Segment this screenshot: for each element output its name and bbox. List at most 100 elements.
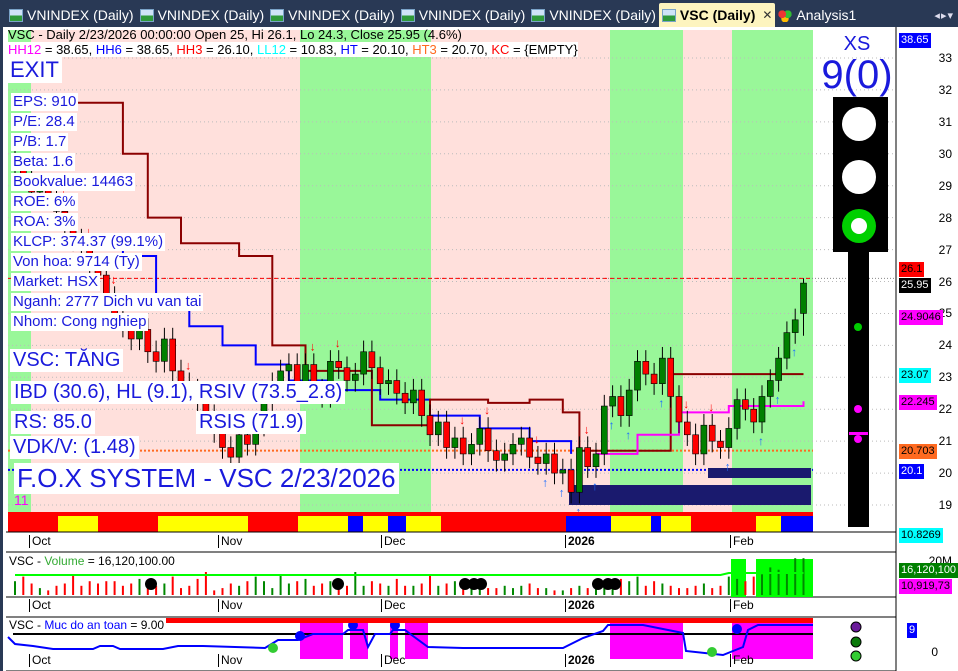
tab-label: VNINDEX (Daily) [288,7,395,23]
sell-arrow: ↓ [484,403,490,417]
close-tab-icon[interactable]: ✕ [762,8,772,22]
header-line2: HH12 = 38.65, HH6 = 38.65, HH3 = 26.10, … [8,42,578,57]
buy-arrow: ↑ [592,479,598,493]
green-zone [732,30,813,512]
price-tag: 23.07 [899,368,931,383]
month-label: Feb [730,535,754,548]
candle [244,434,251,445]
buy-arrow: ↑ [559,485,565,499]
candle [766,380,774,397]
volume-name: Volume [44,554,85,568]
signal-column [848,252,869,527]
sell-arrow: ↓ [459,413,465,427]
candle [343,367,351,381]
tab-label: VNINDEX (Daily) [549,7,656,23]
ll12-label: LL12 [257,42,286,57]
xs-label: XS [843,33,871,55]
candle [700,424,708,455]
vdk-label: VDK/V: (1.48) [10,436,139,459]
signal-dot [854,323,862,331]
support-zone [569,485,811,505]
candle [144,329,152,353]
buy-arrow: ↑ [609,418,615,432]
month-label: Nov [218,535,242,548]
candle [584,447,592,468]
trend-label: VSC: TĂNG [10,349,124,372]
candle [509,444,517,455]
safety-zone [610,622,683,659]
fundamental-item: Bookvalue: 14463 [11,173,136,191]
kc-value: = {EMPTY} [509,42,578,57]
tab-label: VSC (Daily) [679,7,756,23]
candle [708,424,716,442]
price-tag: 24.9046 [899,310,943,325]
candle [659,357,666,384]
candle [368,351,376,369]
tab-vnindex-1[interactable]: VNINDEX (Daily) [6,3,137,27]
price-tick: 21 [938,434,952,449]
tab-vsc[interactable]: VSC (Daily) ✕ [658,3,776,27]
candle [783,332,791,359]
fundamental-item: Market: HSX [11,273,101,291]
candle [434,421,442,436]
safety-zone [300,622,343,659]
safety-name: Muc do an toan [44,618,128,632]
price-tick: 32 [938,82,952,97]
traffic-light-lamp [842,107,876,141]
price-chart[interactable]: ↓↓↓↓↓↓↓↓↓↓↓↑↑↑↓↑↑↑↑↓↓↑↑↑↑ [3,27,958,671]
tab-vnindex-3[interactable]: VNINDEX (Daily) [267,3,398,27]
price-tag: 26.1 [899,262,925,277]
tab-scroll-arrows[interactable]: ◂▸▾ [930,9,958,27]
candle [567,469,575,493]
candle [775,357,782,381]
candle [667,357,675,397]
traffic-light-inner [851,218,867,234]
candle [493,450,500,461]
fundamental-item: P/B: 1.7 [11,133,69,151]
green-zone [300,30,431,512]
ht3-label: HT3 [412,42,437,57]
volume-ticker: VSC - [9,554,45,568]
fundamental-item: ROA: 3% [11,213,78,231]
chart-icon [400,8,415,22]
price-tick: 30 [938,146,952,161]
volume-marker [475,578,487,590]
sell-arrow: ↓ [708,400,714,414]
candle [750,408,758,423]
month-label: 2026 [565,599,595,612]
month-label: Dec [381,535,405,548]
month-label: Nov [218,654,242,667]
fundamental-item: Von hoa: 9714 (Ty) [11,253,142,271]
fundamental-item: KLCP: 374.37 (99.1%) [11,233,166,251]
price-tick: 23 [938,370,952,385]
tab-analysis1[interactable]: Analysis1 [775,3,859,27]
candle [169,338,176,372]
status-dot [850,621,862,633]
fundamental-item: Beta: 1.6 [11,153,76,171]
signal-dot [854,435,862,443]
month-label: Dec [381,654,405,667]
candle [459,437,467,455]
month-label: Feb [730,599,754,612]
price-tag: 22.245 [899,395,937,410]
traffic-light-lamp [842,160,876,194]
buy-arrow: ↑ [791,345,797,359]
candle [617,396,625,416]
volume-highlight [731,559,746,597]
candle [526,437,533,458]
candle [351,373,359,381]
candle [418,389,426,416]
tab-vnindex-5[interactable]: VNINDEX (Daily) [528,3,659,27]
price-tick: 22 [938,402,952,417]
chart-window: ↓↓↓↓↓↓↓↓↓↓↓↑↑↑↓↑↑↑↑↓↓↑↑↑↑ VSC - Daily 2/… [0,27,958,671]
candle [758,396,766,423]
candle [443,421,450,448]
candle [227,447,235,458]
price-tag: 10.8269 [899,528,943,543]
hh6-value: = 38.65, [121,42,177,57]
safety-title: VSC - Muc do an toan = 9.00 [9,618,165,633]
tab-vnindex-4[interactable]: VNINDEX (Daily) [398,3,529,27]
safety-zone [405,622,428,659]
signal-bar [849,432,868,435]
tab-vnindex-2[interactable]: VNINDEX (Daily) [137,3,268,27]
